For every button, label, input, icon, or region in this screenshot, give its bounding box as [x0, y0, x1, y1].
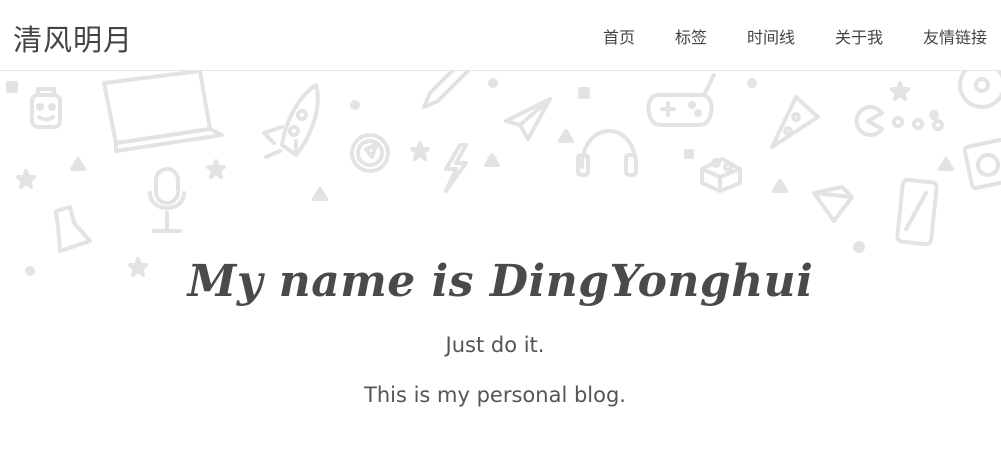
diamond-icon — [812, 185, 854, 223]
smartphone-icon — [895, 177, 939, 247]
hero-banner: My name is DingYonghui Just do it. This … — [0, 71, 1001, 473]
pizza-slice-icon — [770, 95, 820, 149]
pacman-icon — [854, 105, 944, 137]
paper-plane-icon — [504, 97, 552, 141]
hero-motto: Just do it. — [445, 333, 545, 357]
site-brand[interactable]: 清风明月 — [13, 17, 133, 59]
hero-description: This is my personal blog. — [364, 383, 626, 407]
nav-link-tags[interactable]: 标签 — [675, 24, 707, 48]
navbar: 清风明月 首页 标签 时间线 关于我 友情链接 — [0, 0, 1001, 71]
lego-brick-icon — [700, 157, 742, 193]
rocket-icon — [262, 83, 320, 159]
microphone-icon — [148, 167, 186, 233]
cd-icon — [958, 71, 1001, 109]
hero-title: My name is DingYonghui — [187, 256, 814, 307]
pencil-icon — [422, 71, 470, 109]
compass-icon — [350, 133, 390, 173]
nav-link-about[interactable]: 关于我 — [835, 24, 883, 48]
camera-icon — [962, 138, 1001, 190]
flask-icon — [54, 205, 92, 253]
robot-head-icon — [30, 87, 62, 129]
lightning-icon — [444, 143, 468, 193]
headphones-icon — [576, 129, 638, 177]
nav-link-home[interactable]: 首页 — [603, 24, 635, 48]
nav-link-timeline[interactable]: 时间线 — [747, 24, 795, 48]
gamepad-icon — [646, 73, 716, 127]
laptop-icon — [102, 71, 224, 153]
nav-link-friends[interactable]: 友情链接 — [923, 24, 987, 48]
